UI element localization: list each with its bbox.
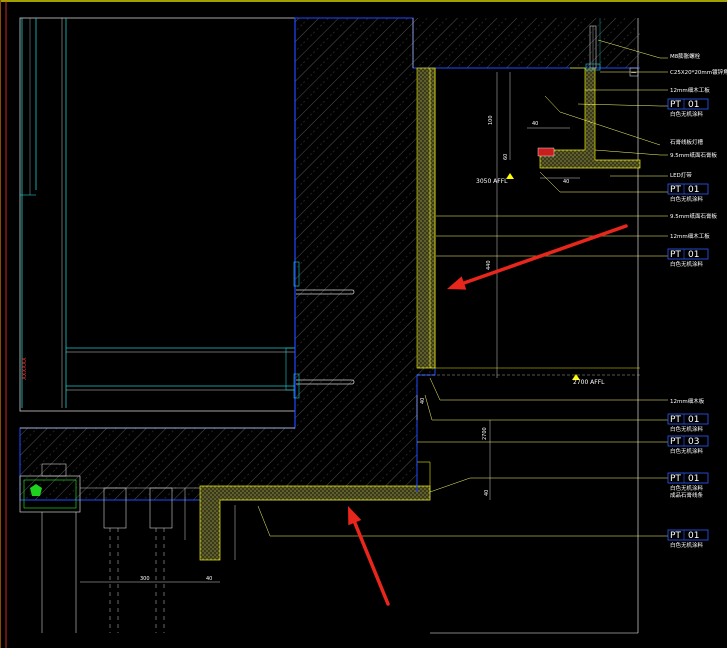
dimension-text: 60: [503, 154, 509, 160]
material-tag: PT 01白色无机涂料: [667, 529, 709, 549]
material-code: PT: [670, 531, 681, 541]
material-tag: PT 03白色无机涂料: [667, 435, 709, 455]
level-mark: 3050 AFFL: [476, 173, 514, 185]
material-description: 白色无机涂料: [670, 541, 704, 549]
material-label: 12mm细木工板: [670, 232, 710, 240]
level-text: 2700 AFFL: [573, 379, 605, 386]
material-code: PT: [670, 415, 681, 425]
dimension-text: 300: [140, 576, 150, 582]
window-frame-left: XXXXXX: [19, 17, 296, 412]
material-description-2: 成品石膏线条: [670, 491, 704, 499]
material-description: 白色无机涂料: [670, 484, 704, 492]
material-description: 白色无机涂料: [670, 195, 704, 203]
material-text: 石膏线板灯槽: [670, 138, 704, 146]
dimension-text: 40: [484, 490, 490, 496]
material-description: 白色无机涂料: [670, 110, 704, 118]
material-label: 石膏线板灯槽: [670, 138, 704, 146]
material-number: 03: [688, 437, 699, 447]
material-tag: PT 01白色无机涂料: [667, 413, 709, 433]
material-text: M8膨胀螺栓: [670, 52, 701, 60]
material-code: PT: [670, 474, 681, 484]
annotation-arrow: [348, 506, 390, 606]
level-text: 3050 AFFL: [476, 178, 508, 185]
material-text: 12mm细木板: [670, 397, 705, 405]
dimension-text: 40: [420, 398, 426, 404]
material-tag: PT 01白色无机涂料成品石膏线条: [667, 472, 709, 499]
material-tag: PT 01白色无机涂料: [667, 248, 709, 268]
material-code: PT: [670, 437, 681, 447]
material-text: 9.5mm纸面石膏板: [670, 212, 717, 220]
material-number: 01: [688, 185, 699, 195]
material-text: 9.5mm纸面石膏板: [670, 151, 717, 159]
material-text: C25X20*20mm镀锌角钢: [670, 68, 727, 76]
material-tag: PT 01白色无机涂料: [667, 183, 709, 203]
level-marks: 3050 AFFL 2700 AFFL: [476, 173, 605, 386]
svg-text:XXXXXX: XXXXXX: [22, 357, 28, 380]
material-number: 01: [688, 100, 699, 110]
ceiling-cove: [416, 18, 641, 376]
material-description: 白色无机涂料: [670, 260, 704, 268]
material-number: 01: [688, 474, 699, 484]
material-label: C25X20*20mm镀锌角钢 一: [629, 67, 727, 77]
material-description: 白色无机涂料: [670, 425, 704, 433]
material-label: 9.5mm纸面石膏板: [670, 212, 717, 220]
annotation-arrow: [447, 224, 628, 290]
material-number: 01: [688, 531, 699, 541]
material-text: 12mm细木工板: [670, 86, 710, 94]
material-code: PT: [670, 250, 681, 260]
cad-drawing-canvas: XXXXXX M8膨胀螺栓C25X20*20mm镀锌角 一12mm细木工板PT …: [0, 0, 727, 648]
material-tag: PT 01白色无机涂料: [667, 98, 709, 118]
material-text: LED灯带: [670, 171, 692, 179]
material-code: PT: [670, 100, 681, 110]
material-label: 12mm细木板: [670, 397, 705, 405]
material-number: 01: [688, 250, 699, 260]
material-label: M8膨胀螺栓: [670, 52, 701, 60]
material-description: 白色无机涂料: [670, 447, 704, 455]
dimension-text: 440: [486, 260, 492, 270]
dimension-text: 40: [532, 121, 538, 127]
label-callouts: M8膨胀螺栓C25X20*20mm镀锌角钢一12mm细木工板PT01白色无机涂料…: [629, 52, 727, 549]
concrete-wall: [19, 17, 640, 501]
dimension-text: 40: [563, 179, 569, 185]
material-number: 01: [688, 415, 699, 425]
dimension-text: 40: [206, 576, 212, 582]
material-label: 12mm细木工板: [670, 86, 710, 94]
material-label: 9.5mm纸面石膏板: [670, 151, 717, 159]
dimension-text: 2700: [482, 427, 488, 440]
material-label: LED灯带: [670, 171, 692, 179]
level-mark: 2700 AFFL: [572, 374, 605, 386]
dimension-text: 100: [488, 115, 494, 125]
label-badge: 一: [631, 71, 637, 77]
material-code: PT: [670, 185, 681, 195]
material-text: 12mm细木工板: [670, 232, 710, 240]
